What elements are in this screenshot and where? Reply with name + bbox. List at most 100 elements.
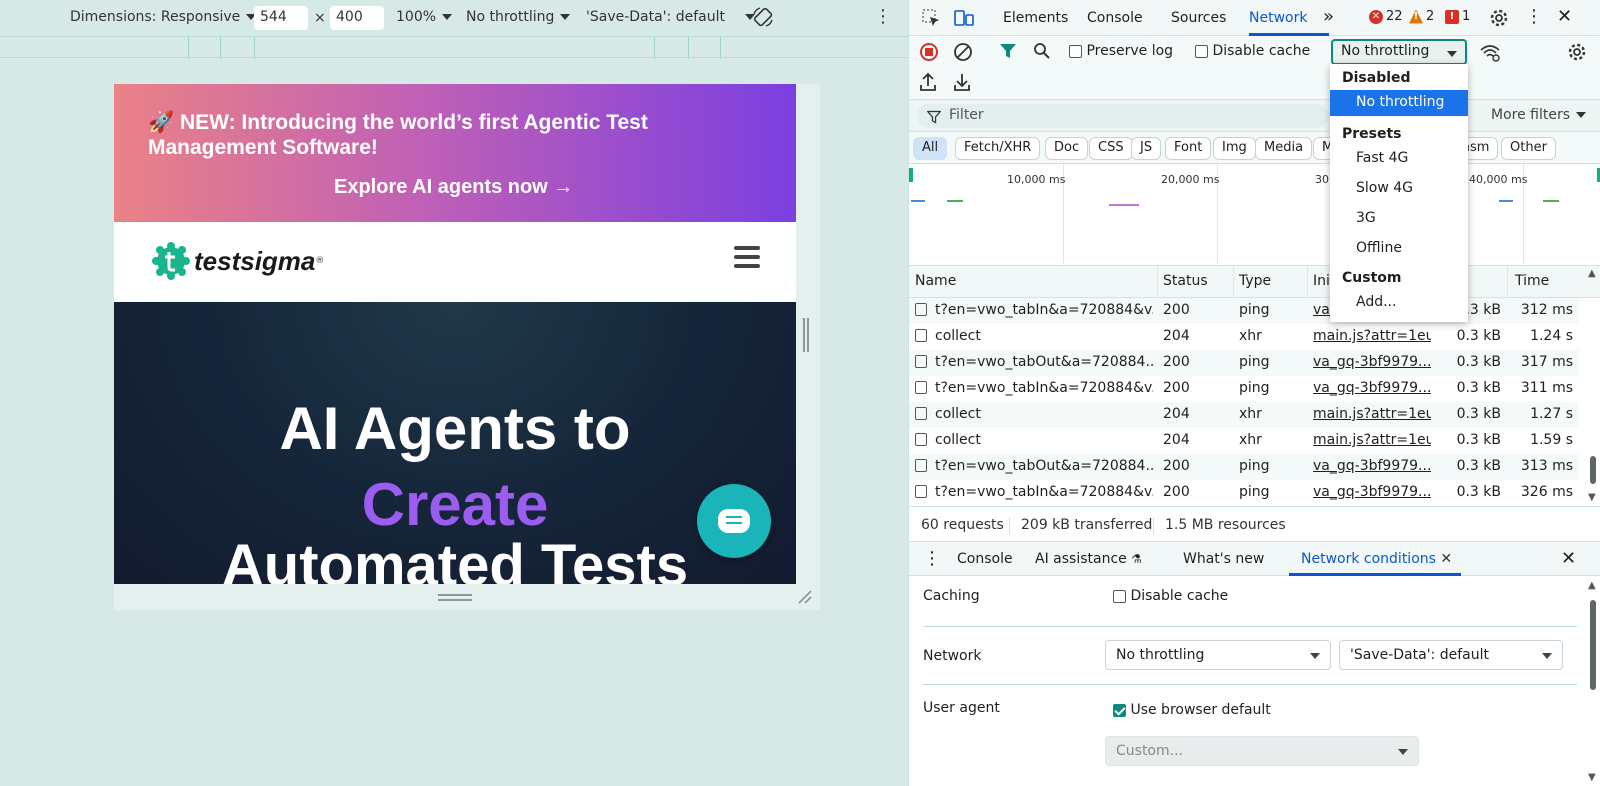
drawer-tab-ai-assistance[interactable]: AI assistance ⚗	[1035, 551, 1142, 567]
network-settings-icon[interactable]	[1567, 42, 1587, 62]
drawer-scrollbar[interactable]	[1590, 600, 1596, 690]
warnings-badge[interactable]: ! 2	[1409, 9, 1434, 24]
type-filter-css[interactable]: CSS	[1089, 137, 1133, 160]
table-row[interactable]: t?en=vwo_tabOut&a=720884... 200 ping va_gq-…	[909, 350, 1579, 376]
request-initiator-link[interactable]: va_gq-3bf9979....b	[1313, 484, 1431, 500]
type-filter-other[interactable]: Other	[1501, 137, 1556, 160]
testsigma-logo[interactable]: testsigma ®	[152, 242, 324, 280]
timeline-label: 10,000 ms	[1007, 173, 1066, 186]
more-vert-icon[interactable]: ⋮	[874, 6, 892, 27]
issues-badge[interactable]: ! 1	[1445, 9, 1470, 24]
drawer-tab-console[interactable]: Console	[957, 551, 1013, 567]
type-filter-media[interactable]: Media	[1255, 137, 1313, 160]
network-conditions-icon[interactable]	[1479, 42, 1501, 62]
scroll-down-icon[interactable]: ▼	[1588, 492, 1596, 503]
timeline-start-handle[interactable]	[909, 168, 913, 182]
preserve-log-checkbox[interactable]: Preserve log	[1069, 43, 1173, 59]
filter-funnel-icon[interactable]	[999, 42, 1017, 60]
nc-network-throttling-select[interactable]: No throttling	[1105, 640, 1331, 670]
device-viewport: 🚀 NEW: Introducing the world’s first Age…	[114, 84, 796, 584]
request-initiator-link[interactable]: va_gq-3bf9979....b	[1313, 354, 1431, 370]
banner-cta-link[interactable]: Explore AI agents now →	[334, 176, 573, 199]
custom-user-agent-select[interactable]: Custom...	[1105, 736, 1419, 766]
drawer-scroll-down-icon[interactable]: ▼	[1588, 772, 1596, 783]
use-browser-default-checkbox[interactable]: Use browser default	[1113, 702, 1271, 718]
import-har-icon[interactable]	[919, 72, 937, 92]
tab-sources[interactable]: Sources	[1171, 10, 1226, 26]
rotate-icon[interactable]	[752, 6, 774, 28]
option-slow-4g[interactable]: Slow 4G	[1330, 176, 1468, 202]
table-row[interactable]: t?en=vwo_tabOut&a=720884... 200 ping va_gq-…	[909, 454, 1579, 480]
hamburger-menu-icon[interactable]	[734, 246, 760, 270]
request-initiator-link[interactable]: main.js?attr=1eu0	[1313, 406, 1431, 422]
height-input[interactable]: 400	[330, 6, 384, 30]
column-status[interactable]: Status	[1163, 273, 1208, 289]
checkbox-icon	[915, 381, 927, 394]
chat-button[interactable]	[697, 484, 771, 558]
vertical-resize-handle[interactable]	[803, 318, 809, 352]
type-filter-img[interactable]: Img	[1213, 137, 1256, 160]
type-filter-fetch-xhr[interactable]: Fetch/XHR	[955, 137, 1041, 160]
save-data-select[interactable]: 'Save-Data': default	[586, 9, 755, 25]
customize-menu-icon[interactable]: ⋮	[1525, 6, 1543, 27]
device-throttling-select[interactable]: No throttling	[466, 9, 571, 25]
filter-input[interactable]: Filter	[917, 104, 1329, 128]
column-name[interactable]: Name	[915, 273, 956, 289]
tab-console[interactable]: Console	[1087, 10, 1143, 26]
network-throttling-select[interactable]: No throttling	[1331, 39, 1467, 65]
option-fast-4g[interactable]: Fast 4G	[1330, 146, 1468, 172]
record-stop-icon[interactable]	[919, 42, 939, 62]
more-filters-button[interactable]: More filters	[1491, 107, 1587, 123]
network-overview-timeline[interactable]: 10,000 ms 20,000 ms 30 40,000 ms	[909, 164, 1600, 266]
drawer-tab-network-conditions[interactable]: Network conditions ✕	[1301, 551, 1452, 567]
settings-gear-icon[interactable]	[1489, 8, 1509, 28]
nc-save-data-select[interactable]: 'Save-Data': default	[1339, 640, 1563, 670]
table-row[interactable]: collect 204 xhr main.js?attr=1eu0 0.3 kB 1.59…	[909, 428, 1579, 454]
table-row[interactable]: t?en=vwo_tabIn&a=720884&v... 200 ping va_gq…	[909, 480, 1579, 506]
dimensions-select[interactable]: Dimensions: Responsive	[70, 9, 257, 25]
request-initiator-link[interactable]: main.js?attr=1eu0	[1313, 328, 1431, 344]
export-har-icon[interactable]	[953, 72, 971, 92]
table-row[interactable]: collect 204 xhr main.js?attr=1eu0 0.3 kB 1.24…	[909, 324, 1579, 350]
scroll-up-icon[interactable]: ▲	[1588, 268, 1596, 279]
column-type[interactable]: Type	[1239, 273, 1271, 289]
width-input[interactable]: 544	[254, 6, 308, 30]
close-tab-icon[interactable]: ✕	[1440, 551, 1452, 567]
option-3g[interactable]: 3G	[1330, 206, 1468, 232]
search-icon[interactable]	[1033, 42, 1051, 60]
drawer-scroll-up-icon[interactable]: ▲	[1588, 580, 1596, 591]
errors-badge[interactable]: ✕ 22	[1369, 9, 1403, 24]
drawer-menu-icon[interactable]: ⋮	[923, 548, 941, 569]
table-row[interactable]: t?en=vwo_tabIn&a=720884&v... 200 ping va_ 0.…	[909, 298, 1579, 324]
horizontal-resize-handle[interactable]	[438, 594, 472, 601]
request-initiator-link[interactable]: va_gq-3bf9979....b	[1313, 380, 1431, 396]
inspect-element-icon[interactable]	[921, 8, 941, 28]
device-toolbar-icon[interactable]	[953, 8, 975, 28]
nc-disable-cache-checkbox[interactable]: Disable cache	[1113, 588, 1228, 604]
tab-elements[interactable]: Elements	[1003, 10, 1068, 26]
corner-resize-icon[interactable]	[796, 588, 812, 604]
type-filter-doc[interactable]: Doc	[1045, 137, 1089, 160]
requests-scrollbar[interactable]	[1590, 456, 1596, 484]
drawer-tab-whats-new[interactable]: What's new	[1183, 551, 1264, 567]
more-tabs-icon[interactable]: »	[1323, 6, 1334, 27]
type-filter-font[interactable]: Font	[1165, 137, 1212, 160]
column-initiator[interactable]: Ini	[1313, 273, 1330, 289]
type-filter-js[interactable]: JS	[1131, 137, 1162, 160]
tab-network[interactable]: Network	[1249, 10, 1307, 26]
announcement-banner[interactable]: 🚀 NEW: Introducing the world’s first Age…	[114, 84, 796, 222]
option-offline[interactable]: Offline	[1330, 236, 1468, 262]
clear-icon[interactable]	[953, 42, 973, 62]
table-row[interactable]: t?en=vwo_tabIn&a=720884&v... 200 ping va_gq…	[909, 376, 1579, 402]
option-add[interactable]: Add...	[1330, 290, 1468, 316]
type-filter-all[interactable]: All	[913, 137, 948, 160]
close-drawer-icon[interactable]: ✕	[1561, 548, 1576, 569]
column-time[interactable]: Time	[1515, 273, 1549, 289]
request-initiator-link[interactable]: va_gq-3bf9979....b	[1313, 458, 1431, 474]
close-devtools-icon[interactable]: ✕	[1557, 6, 1572, 27]
zoom-select[interactable]: 100%	[396, 9, 453, 25]
disable-cache-checkbox[interactable]: Disable cache	[1195, 43, 1310, 59]
table-row[interactable]: collect 204 xhr main.js?attr=1eu0 0.3 kB 1.27…	[909, 402, 1579, 428]
option-no-throttling[interactable]: No throttling	[1330, 90, 1468, 116]
request-initiator-link[interactable]: main.js?attr=1eu0	[1313, 432, 1431, 448]
